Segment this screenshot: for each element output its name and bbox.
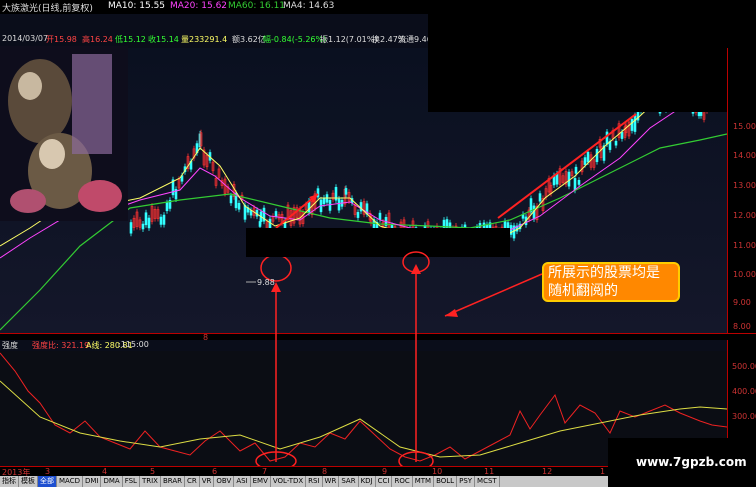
indicator-tab[interactable]: FSL bbox=[123, 476, 140, 487]
connector-arrows bbox=[271, 251, 430, 462]
indicator-tab[interactable]: WR bbox=[323, 476, 340, 487]
indicator-tab[interactable]: MCST bbox=[475, 476, 500, 487]
indicator-tab[interactable]: PSY bbox=[457, 476, 476, 487]
indicator-tab[interactable]: DMA bbox=[101, 476, 123, 487]
date-tick: 9 bbox=[382, 467, 388, 476]
indicator-tab[interactable]: 模板 bbox=[19, 476, 38, 487]
date-tick: 6 bbox=[212, 467, 218, 476]
indicator-tab[interactable]: RSI bbox=[306, 476, 323, 487]
date-tick: 4 bbox=[102, 467, 108, 476]
indicator-tab[interactable]: 全部 bbox=[38, 476, 57, 487]
indicator-tab[interactable]: 指标 bbox=[0, 476, 19, 487]
date-tick: 5 bbox=[150, 467, 156, 476]
indicator-tab[interactable]: BOLL bbox=[434, 476, 458, 487]
date-tick: 12 bbox=[542, 467, 553, 476]
connector-arrow-1-head bbox=[271, 282, 281, 292]
stock-chart-window: 大族激光(日线,前复权) MA10: 15.55 MA20: 15.62 MA6… bbox=[0, 0, 756, 487]
watermark: www.7gpzb.com bbox=[608, 438, 756, 487]
date-tick: 10 bbox=[432, 467, 443, 476]
indicator-tab[interactable]: BRAR bbox=[161, 476, 185, 487]
indicator-tab[interactable]: TRIX bbox=[140, 476, 161, 487]
indicator-tab[interactable]: EMV bbox=[251, 476, 271, 487]
date-tick: 11 bbox=[484, 467, 495, 476]
date-tick: 8 bbox=[322, 467, 328, 476]
indicator-tab[interactable]: MACD bbox=[57, 476, 83, 487]
indicator-tab[interactable]: SAR bbox=[339, 476, 359, 487]
indicator-tab[interactable]: MTM bbox=[413, 476, 435, 487]
indicator-tab[interactable]: VOL-TDX bbox=[271, 476, 307, 487]
indicator-tab[interactable]: ASI bbox=[234, 476, 251, 487]
date-tick: 1 bbox=[600, 467, 606, 476]
watermark-text: www.7gpzb.com bbox=[636, 455, 747, 469]
indicator-tab[interactable]: VR bbox=[200, 476, 215, 487]
indicator-tab[interactable]: CCI bbox=[376, 476, 393, 487]
indicator-tab[interactable]: KDJ bbox=[359, 476, 376, 487]
indicator-tab[interactable]: DMI bbox=[83, 476, 102, 487]
date-tick: 7 bbox=[262, 467, 268, 476]
indicator-tab[interactable]: CR bbox=[185, 476, 200, 487]
date-tick: 3 bbox=[45, 467, 51, 476]
indicator-tab[interactable]: OBV bbox=[214, 476, 235, 487]
indicator-tab[interactable]: ROC bbox=[392, 476, 413, 487]
